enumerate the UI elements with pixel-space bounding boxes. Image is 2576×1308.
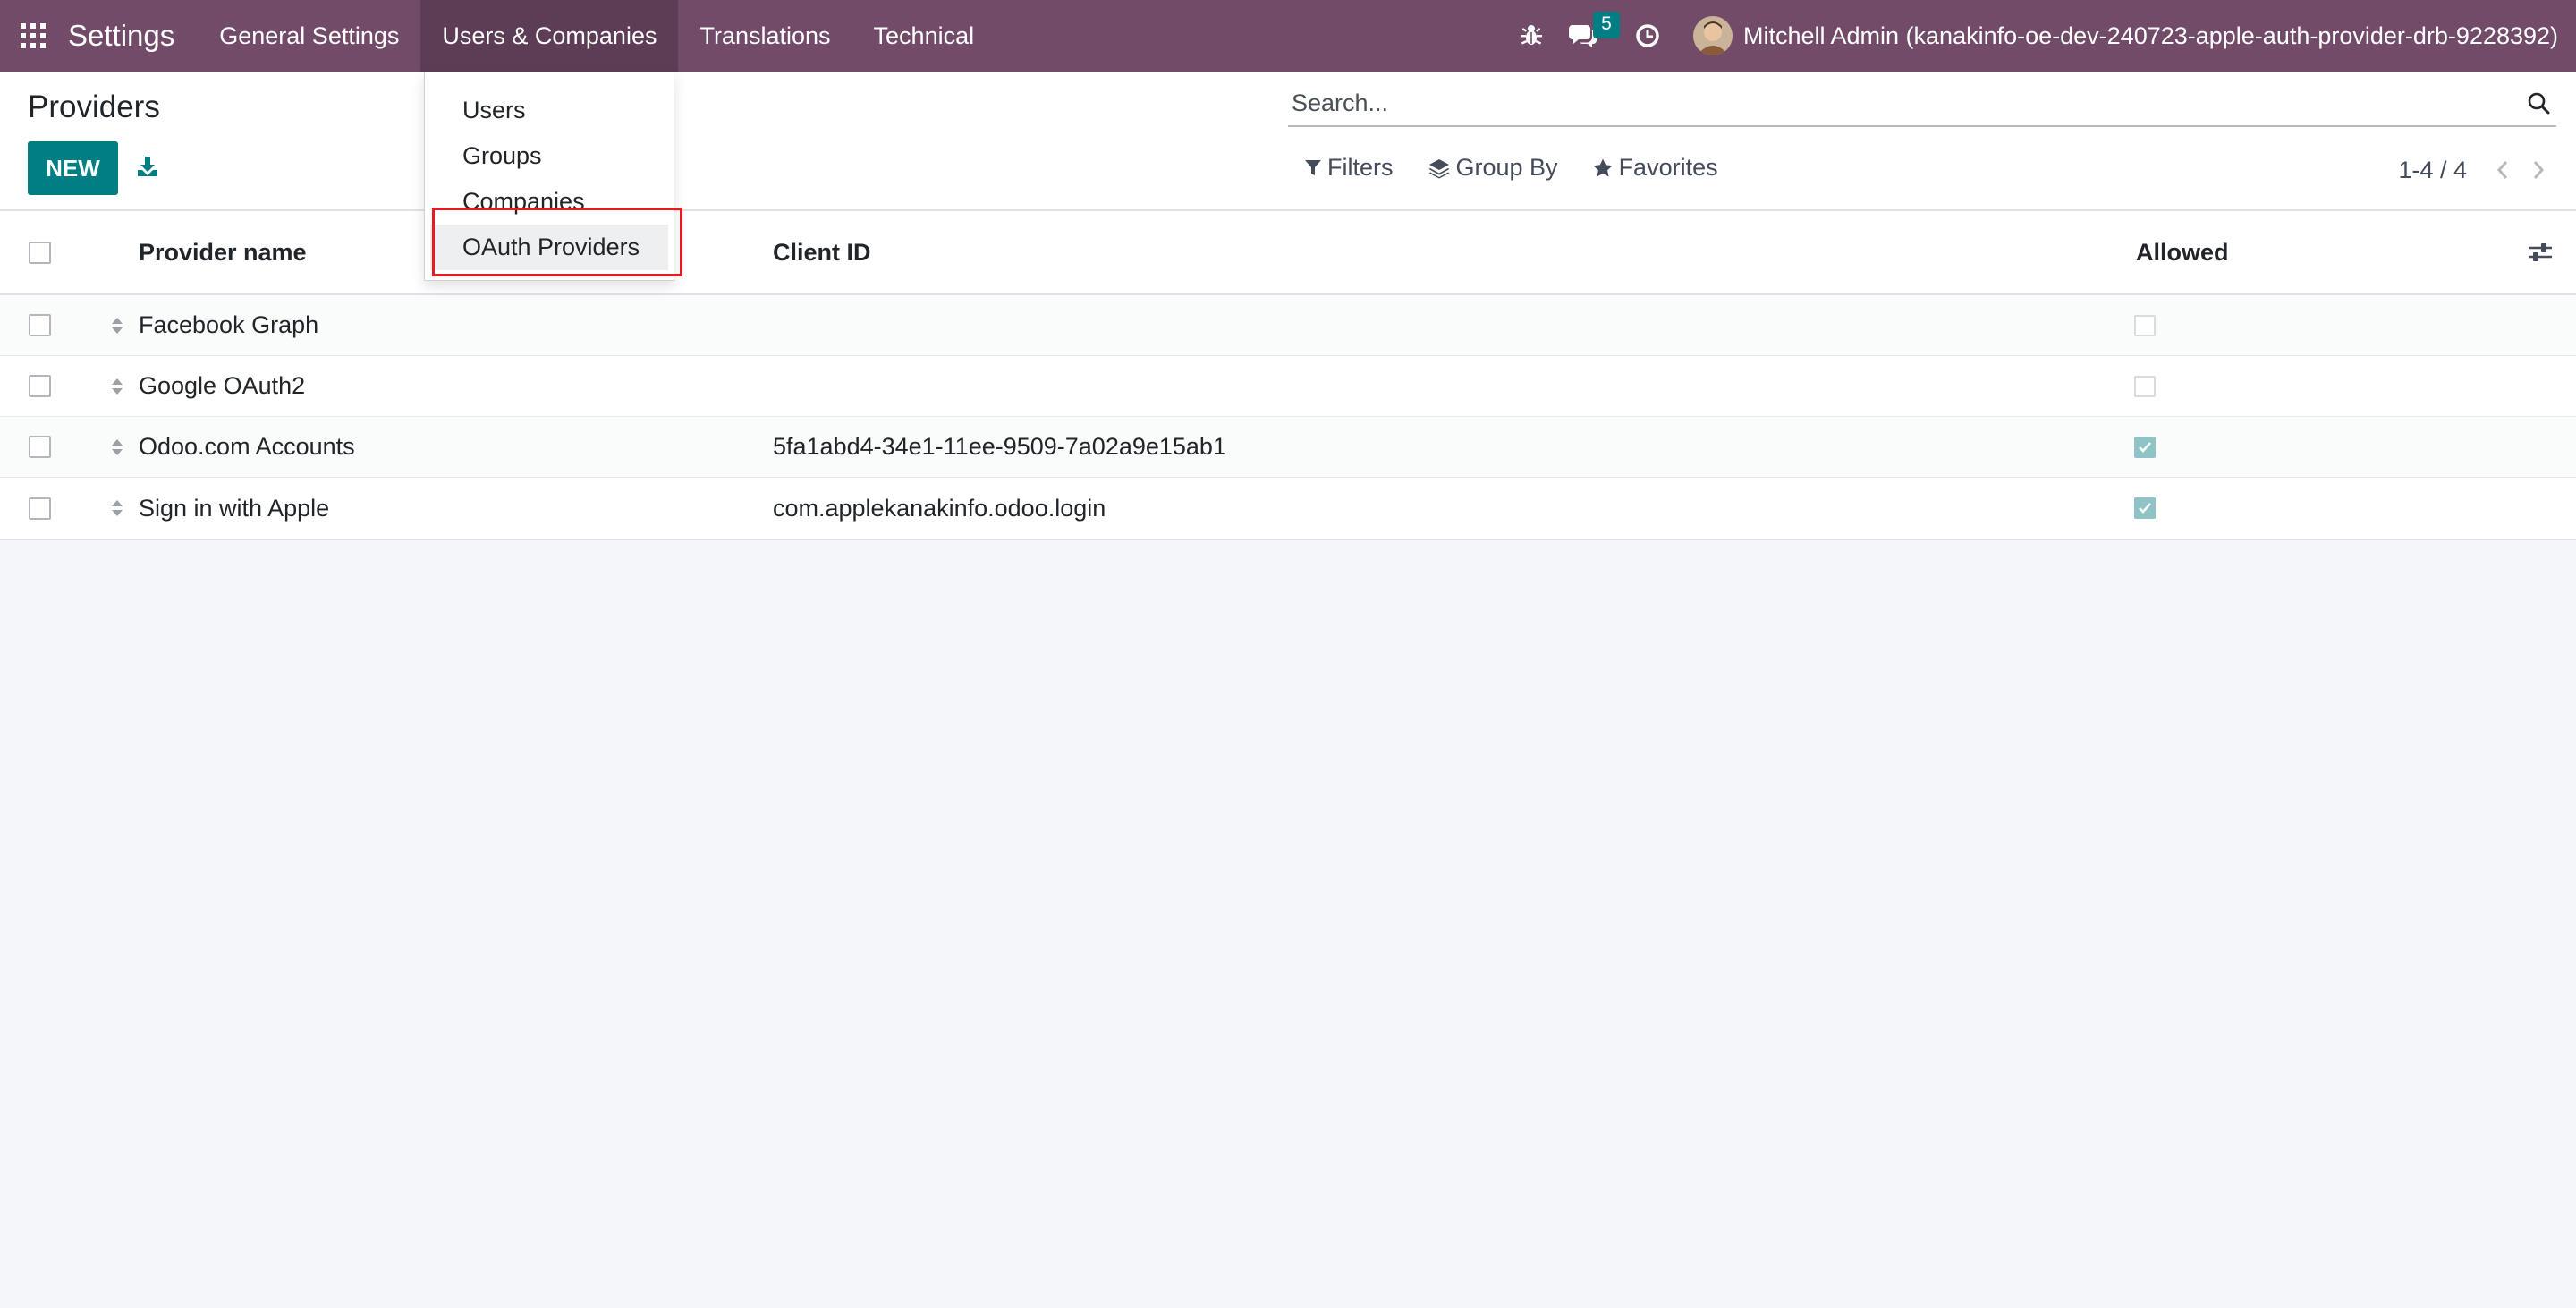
dropdown-item-users[interactable]: Users <box>425 88 674 133</box>
table-row[interactable]: Facebook Graph <box>0 295 2576 356</box>
search-input[interactable] <box>1288 89 2521 117</box>
drag-handle[interactable] <box>107 295 127 355</box>
user-menu[interactable]: Mitchell Admin (kanakinfo-oe-dev-240723-… <box>1692 16 2558 55</box>
providers-list: Provider name Client ID Allowed Facebook… <box>0 211 2576 540</box>
user-name: Mitchell Admin (kanakinfo-oe-dev-240723-… <box>1742 21 2558 49</box>
column-client-id[interactable]: Client ID <box>773 211 871 293</box>
export-button[interactable] <box>132 150 163 183</box>
drag-handle[interactable] <box>107 478 127 539</box>
table-header: Provider name Client ID Allowed <box>0 211 2576 295</box>
main-menu: General Settings Users & Companies Trans… <box>198 0 996 72</box>
activities-button[interactable] <box>1622 0 1674 72</box>
row-checkbox[interactable] <box>29 436 51 458</box>
filters-button[interactable]: Filters <box>1304 154 1394 182</box>
bug-icon <box>1520 25 1542 45</box>
search-button[interactable] <box>2521 80 2556 126</box>
provider-name-cell: Facebook Graph <box>139 311 319 338</box>
dropdown-item-groups[interactable]: Groups <box>425 133 674 179</box>
table-row[interactable]: Google OAuth2 <box>0 356 2576 417</box>
search-bar <box>1288 81 2556 127</box>
top-navbar: Settings General Settings Users & Compan… <box>0 0 2576 72</box>
group-by-button[interactable]: Group By <box>1428 154 1558 182</box>
provider-name-cell: Odoo.com Accounts <box>139 433 355 460</box>
messages-button[interactable]: 5 <box>1557 0 1620 72</box>
debug-button[interactable] <box>1505 0 1557 72</box>
apps-menu-button[interactable] <box>0 0 66 72</box>
menu-translations[interactable]: Translations <box>678 0 852 72</box>
pager: 1-4 / 4 <box>2398 154 2556 186</box>
drag-handle[interactable] <box>107 417 127 477</box>
star-icon <box>1593 158 1613 176</box>
chevron-right-icon <box>2533 161 2545 179</box>
messages-count-badge: 5 <box>1592 12 1620 38</box>
highlight-annotation <box>432 208 682 276</box>
provider-name-cell: Sign in with Apple <box>139 494 330 522</box>
optional-columns-button[interactable] <box>2528 211 2553 293</box>
menu-general-settings[interactable]: General Settings <box>198 0 420 72</box>
allowed-checkbox <box>2134 497 2156 519</box>
sliders-icon <box>2529 243 2552 261</box>
search-options: Filters Group By Favorites <box>1304 154 1752 182</box>
sort-handle-icon <box>112 438 123 455</box>
group-by-label: Group By <box>1455 154 1558 181</box>
app-brand[interactable]: Settings <box>66 19 198 53</box>
column-allowed[interactable]: Allowed <box>2136 211 2229 293</box>
row-checkbox[interactable] <box>29 375 51 397</box>
allowed-checkbox <box>2134 375 2156 397</box>
sort-handle-icon <box>112 378 123 395</box>
control-panel: Providers NEW Filters <box>0 72 2576 211</box>
client-id-cell: com.applekanakinfo.odoo.login <box>773 494 1106 522</box>
sort-handle-icon <box>112 317 123 334</box>
filters-label: Filters <box>1327 154 1394 181</box>
clock-icon <box>1636 24 1659 47</box>
check-icon <box>2139 441 2151 453</box>
menu-technical[interactable]: Technical <box>852 0 996 72</box>
filter-icon <box>1305 159 1321 175</box>
favorites-button[interactable]: Favorites <box>1592 154 1718 182</box>
download-icon <box>138 157 157 176</box>
layers-icon <box>1428 158 1449 178</box>
provider-name-cell: Google OAuth2 <box>139 372 306 399</box>
chevron-left-icon <box>2496 161 2508 179</box>
pager-next-button[interactable] <box>2521 154 2556 186</box>
page-title: Providers <box>28 89 160 124</box>
allowed-checkbox <box>2134 314 2156 336</box>
select-all-checkbox[interactable] <box>29 241 51 264</box>
grid-icon <box>21 23 46 48</box>
client-id-cell: 5fa1abd4-34e1-11ee-9509-7a02a9e15ab1 <box>773 433 1226 460</box>
avatar <box>1692 16 1733 55</box>
search-icon <box>2528 92 2550 115</box>
allowed-checkbox <box>2134 436 2156 458</box>
table-row[interactable]: Odoo.com Accounts 5fa1abd4-34e1-11ee-950… <box>0 417 2576 478</box>
table-body: Facebook Graph Google OAuth2 Odoo.com Ac… <box>0 295 2576 539</box>
drag-handle[interactable] <box>107 356 127 416</box>
table-row[interactable]: Sign in with Apple com.applekanakinfo.od… <box>0 478 2576 539</box>
sort-handle-icon <box>112 500 123 516</box>
row-checkbox[interactable] <box>29 497 51 520</box>
check-icon <box>2139 503 2151 514</box>
pager-previous-button[interactable] <box>2485 154 2521 186</box>
systray: 5 Mitchell Admin (kanakinfo-oe-dev-24072… <box>1505 0 2576 72</box>
favorites-label: Favorites <box>1618 154 1718 181</box>
row-checkbox[interactable] <box>29 314 51 336</box>
new-button[interactable]: NEW <box>28 141 118 195</box>
menu-users-companies[interactable]: Users & Companies <box>420 0 679 72</box>
pager-value[interactable]: 1-4 / 4 <box>2398 157 2467 184</box>
column-provider-name[interactable]: Provider name <box>139 211 307 293</box>
